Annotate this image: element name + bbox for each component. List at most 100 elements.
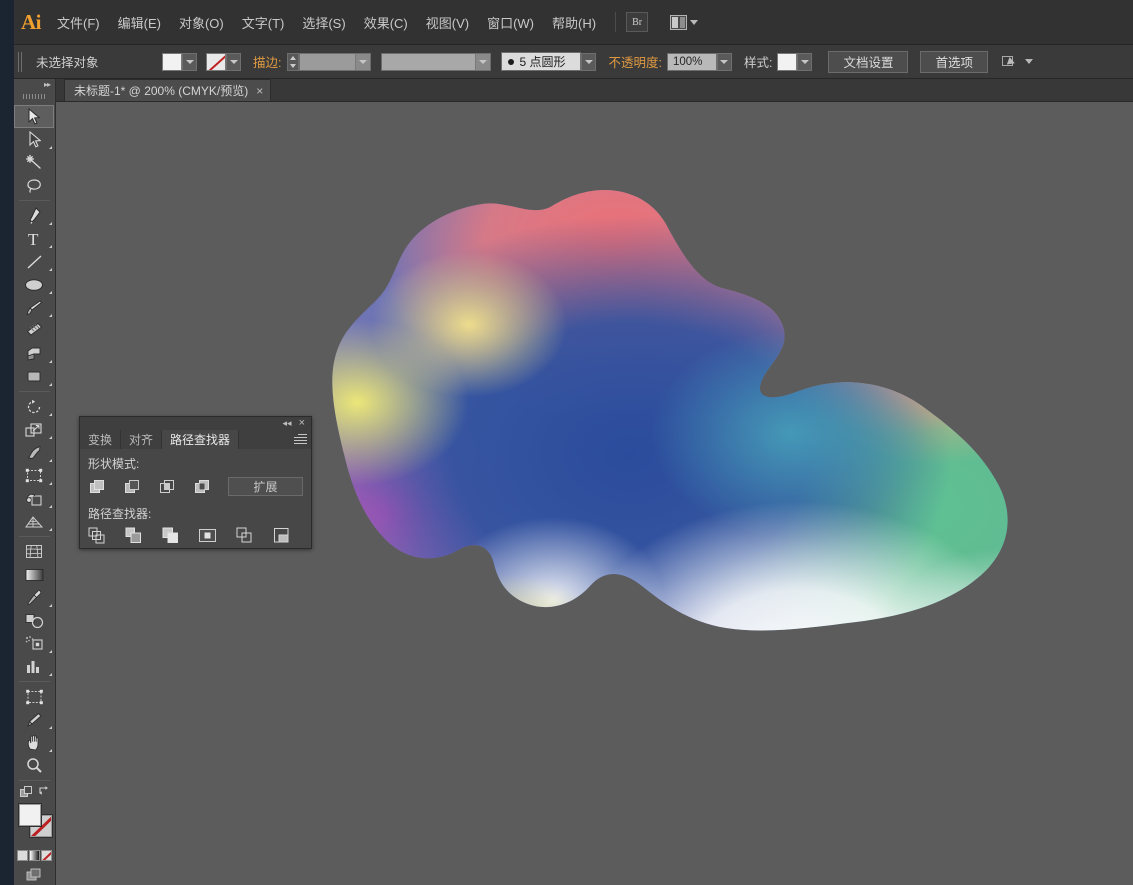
type-tool[interactable]: T bbox=[14, 227, 54, 250]
fill-dropdown-arrow[interactable] bbox=[182, 52, 197, 71]
tools-panel-grip[interactable] bbox=[22, 90, 47, 102]
ellipse-tool[interactable] bbox=[14, 273, 54, 296]
exclude-button[interactable] bbox=[193, 478, 210, 495]
stroke-swatch-none-icon[interactable] bbox=[206, 52, 226, 71]
menu-select[interactable]: 选择(S) bbox=[293, 9, 354, 36]
pen-tool[interactable] bbox=[14, 204, 54, 227]
crop-button[interactable] bbox=[199, 527, 216, 544]
width-tool[interactable] bbox=[14, 441, 54, 464]
document-setup-button[interactable]: 文档设置 bbox=[828, 50, 909, 73]
opacity-label[interactable]: 不透明度: bbox=[608, 52, 661, 71]
panel-menu-icon[interactable] bbox=[294, 434, 307, 445]
tools-collapse-button[interactable]: ▸▸ bbox=[14, 79, 55, 90]
color-mode-solid-icon[interactable] bbox=[17, 850, 28, 861]
color-mode-none-icon[interactable] bbox=[41, 850, 52, 861]
default-fill-stroke-icon[interactable] bbox=[20, 786, 32, 797]
collapse-icon[interactable]: ◂◂ bbox=[283, 419, 292, 428]
slice-tool[interactable] bbox=[14, 708, 54, 731]
zoom-tool[interactable] bbox=[14, 754, 54, 777]
menu-edit[interactable]: 编辑(E) bbox=[109, 9, 170, 36]
opacity-control[interactable]: 100% bbox=[666, 52, 732, 71]
panel-tab-align[interactable]: 对齐 bbox=[121, 430, 163, 449]
stroke-weight-label[interactable]: 描边: bbox=[253, 52, 281, 71]
menu-file[interactable]: 文件(F) bbox=[48, 9, 109, 36]
expand-button[interactable]: 扩展 bbox=[228, 477, 303, 496]
fill-color-control[interactable] bbox=[162, 52, 197, 71]
preferences-button[interactable]: 首选项 bbox=[920, 50, 988, 73]
toolbar-fill-swatch[interactable] bbox=[19, 804, 41, 826]
lasso-tool[interactable] bbox=[14, 174, 54, 197]
minus-back-button[interactable] bbox=[273, 527, 290, 544]
shape-builder-tool[interactable] bbox=[14, 487, 54, 510]
intersect-button[interactable] bbox=[158, 478, 175, 495]
stroke-color-control[interactable] bbox=[206, 52, 241, 71]
panel-tab-transform[interactable]: 变换 bbox=[80, 430, 122, 449]
divide-button[interactable] bbox=[88, 527, 105, 544]
trim-button[interactable] bbox=[125, 527, 142, 544]
color-mode-gradient-icon[interactable] bbox=[29, 850, 40, 861]
merge-button[interactable] bbox=[162, 527, 179, 544]
unite-button[interactable] bbox=[88, 478, 105, 495]
stroke-weight-field[interactable] bbox=[299, 52, 372, 71]
opacity-dropdown-arrow[interactable] bbox=[716, 52, 732, 71]
menu-effect[interactable]: 效果(C) bbox=[355, 9, 417, 36]
hand-tool[interactable] bbox=[14, 731, 54, 754]
stroke-dropdown-arrow[interactable] bbox=[226, 52, 241, 71]
graphic-style-dropdown-arrow[interactable] bbox=[797, 52, 813, 71]
document-tab[interactable]: 未标题-1* @ 200% (CMYK/预览) × bbox=[64, 79, 272, 101]
perspective-grid-tool[interactable] bbox=[14, 510, 54, 533]
screen-mode-button[interactable] bbox=[14, 868, 55, 883]
menu-type[interactable]: 文字(T) bbox=[233, 9, 294, 36]
bridge-icon[interactable]: Br bbox=[626, 12, 649, 32]
pathfinders-row bbox=[88, 527, 303, 544]
symbol-sprayer-tool[interactable] bbox=[14, 632, 54, 655]
align-options-button[interactable] bbox=[1001, 54, 1033, 70]
direct-selection-tool[interactable] bbox=[14, 128, 54, 151]
stroke-style-dropdown-arrow[interactable] bbox=[475, 53, 491, 70]
close-icon[interactable]: × bbox=[299, 418, 305, 429]
mesh-tool[interactable] bbox=[14, 540, 54, 563]
arrange-documents-button[interactable] bbox=[670, 14, 699, 30]
graphic-style-control[interactable] bbox=[777, 52, 813, 71]
profile-dot-icon bbox=[508, 58, 515, 65]
eyedropper-tool[interactable] bbox=[14, 586, 54, 609]
menu-view[interactable]: 视图(V) bbox=[417, 9, 478, 36]
panel-tab-pathfinder[interactable]: 路径查找器 bbox=[162, 430, 240, 449]
gradient-tool[interactable] bbox=[14, 563, 54, 586]
scissors-tool[interactable] bbox=[14, 365, 54, 388]
close-icon[interactable]: × bbox=[256, 85, 263, 97]
blob-brush-tool[interactable] bbox=[14, 319, 54, 342]
minus-front-button[interactable] bbox=[123, 478, 140, 495]
pathfinder-panel[interactable]: ◂◂ × 变换 对齐 路径查找器 形状模式: 扩展 路径查找器: bbox=[79, 416, 312, 549]
eraser-tool[interactable] bbox=[14, 342, 54, 365]
paintbrush-tool[interactable] bbox=[14, 296, 54, 319]
tool-more-corner-icon bbox=[49, 482, 52, 485]
stroke-profile-control[interactable]: 5 点圆形 bbox=[501, 52, 597, 71]
line-segment-tool[interactable] bbox=[14, 250, 54, 273]
menu-object[interactable]: 对象(O) bbox=[170, 9, 233, 36]
control-bar-grip[interactable] bbox=[18, 51, 24, 72]
graphic-style-swatch[interactable] bbox=[777, 52, 798, 71]
stroke-weight-dropdown-arrow[interactable] bbox=[355, 53, 371, 70]
column-graph-tool[interactable] bbox=[14, 655, 54, 678]
blend-tool[interactable] bbox=[14, 609, 54, 632]
magic-wand-tool[interactable] bbox=[14, 151, 54, 174]
stroke-weight-control[interactable] bbox=[287, 52, 372, 71]
outline-button[interactable] bbox=[236, 527, 253, 544]
opacity-value-field[interactable]: 100% bbox=[666, 52, 717, 71]
artboard-tool[interactable] bbox=[14, 685, 54, 708]
selection-tool[interactable] bbox=[14, 105, 54, 128]
stroke-style-dropdown[interactable] bbox=[381, 52, 492, 71]
stroke-profile-dropdown-arrow[interactable] bbox=[581, 52, 597, 71]
gradient-mesh-blob[interactable] bbox=[322, 184, 1022, 704]
menu-window[interactable]: 窗口(W) bbox=[478, 9, 543, 36]
swap-fill-stroke-icon[interactable] bbox=[38, 785, 50, 797]
scale-tool[interactable] bbox=[14, 418, 54, 441]
free-transform-tool[interactable] bbox=[14, 464, 54, 487]
rotate-tool[interactable] bbox=[14, 395, 54, 418]
stroke-weight-stepper[interactable] bbox=[287, 52, 300, 71]
stroke-profile-field[interactable]: 5 点圆形 bbox=[501, 52, 582, 71]
panel-title-bar[interactable]: ◂◂ × bbox=[80, 417, 311, 430]
fill-swatch[interactable] bbox=[162, 52, 182, 71]
menu-help[interactable]: 帮助(H) bbox=[543, 9, 605, 36]
